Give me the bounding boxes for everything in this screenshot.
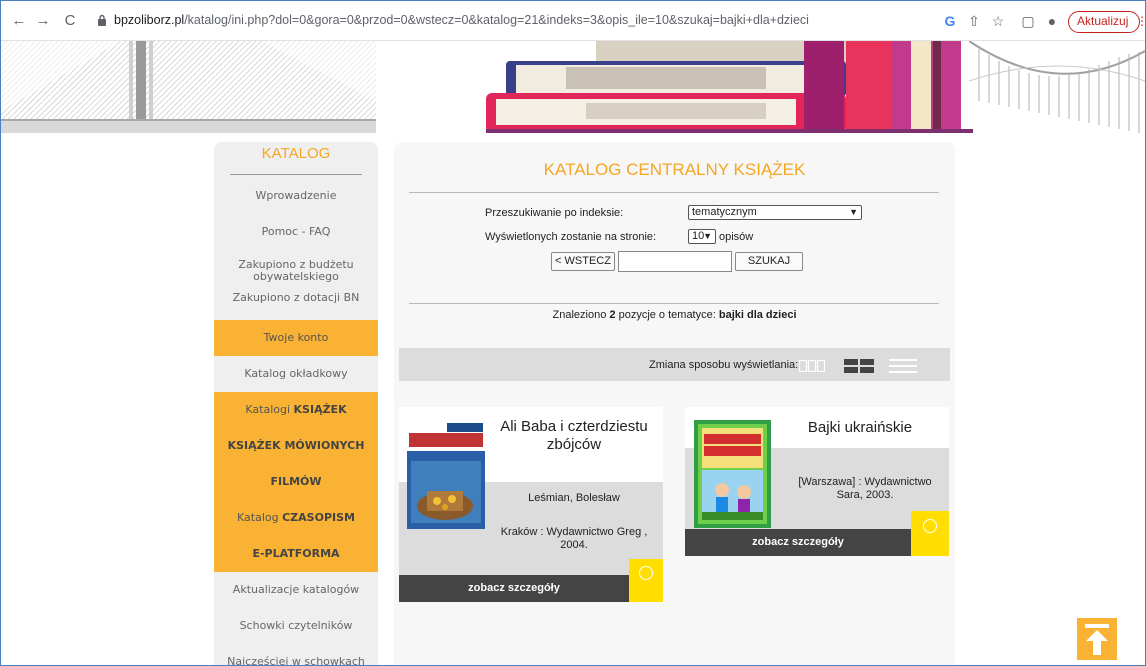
sidebar-item-schowki[interactable]: Schowki czytelników — [214, 608, 378, 644]
search-input[interactable] — [618, 251, 732, 272]
chevron-down-icon: ▼ — [849, 207, 858, 217]
results-divider — [409, 303, 939, 304]
smile-icon[interactable] — [629, 559, 663, 602]
sidebar-item-label: Katalog okładkowy — [244, 367, 348, 380]
profile-icon[interactable]: ● — [1043, 12, 1061, 30]
back-button[interactable]: < WSTECZ — [551, 252, 615, 271]
bridge-left-illustration — [1, 41, 376, 133]
sidebar-item-label: KSIĄŻEK MÓWIONYCH — [227, 439, 365, 452]
sidebar: KATALOG Wprowadzenie Pomoc - FAQ Zakupio… — [214, 142, 378, 666]
page-title: KATALOG CENTRALNY KSIĄŻEK — [543, 160, 806, 179]
sidebar-item-label: Schowki czytelników — [239, 619, 353, 632]
sidebar-item-e-platforma[interactable]: E-PLATFORMA — [214, 536, 378, 572]
sidebar-title: KATALOG — [261, 145, 331, 162]
sidebar-item-katalog-okladkowy[interactable]: Katalog okładkowy — [214, 356, 378, 392]
sidebar-item-wprowadzenie[interactable]: Wprowadzenie — [214, 178, 378, 214]
found-topic: bajki dla dzieci — [718, 309, 797, 321]
per-page-select[interactable]: 10 ▼ — [688, 229, 716, 244]
sidebar-item-faq[interactable]: Pomoc - FAQ — [214, 214, 378, 250]
index-label: Przeszukiwanie po indeksie: — [485, 207, 624, 219]
sidebar-item-katalogi-ksiazek[interactable]: Katalogi KSIĄŻEK — [214, 392, 378, 428]
sidebar-item-prefix: Katalog — [237, 511, 279, 524]
bridge-right-illustration — [969, 41, 1145, 133]
grid-four-icon[interactable] — [844, 359, 874, 373]
title-divider — [409, 192, 939, 193]
kebab-menu-icon[interactable]: ⋮ — [1136, 12, 1145, 31]
card-publisher: Kraków : Wydawnictwo Greg , 2004. — [500, 526, 648, 551]
sidebar-item-label: Zakupiono z budżetu obywatelskiego — [238, 258, 354, 283]
sidebar-item-katalog-czasopism[interactable]: Katalog CZASOPISM — [214, 500, 378, 536]
chevron-down-icon: ▼ — [703, 231, 712, 241]
view-mode-bar: Zmiana sposobu wyświetlania: — [399, 348, 950, 381]
url-host: bpzoliborz.pl — [114, 13, 185, 27]
list-icon[interactable] — [889, 359, 917, 373]
reload-icon[interactable]: C — [61, 12, 79, 30]
search-button[interactable]: SZUKAJ — [735, 252, 803, 271]
found-prefix: Znaleziono — [552, 309, 607, 321]
index-select-value: tematycznym — [692, 206, 757, 218]
book-cover-image[interactable] — [407, 421, 485, 529]
sidebar-item-prefix: Katalogi — [245, 403, 291, 416]
browser-toolbar: ← → C bpzoliborz.pl/katalog/ini.php?dol=… — [1, 1, 1145, 41]
back-arrow-icon[interactable]: ← — [10, 12, 28, 30]
smile-icon[interactable] — [911, 511, 949, 556]
found-middle: pozycje o tematyce: — [618, 309, 716, 321]
bookmark-star-icon[interactable]: ☆ — [989, 12, 1007, 30]
card-title[interactable]: Bajki ukraińskie — [785, 419, 935, 437]
url-path: /katalog/ini.php?dol=0&gora=0&przod=0&ws… — [184, 13, 809, 27]
sidebar-item-aktualizacje[interactable]: Aktualizacje katalogów — [214, 572, 378, 608]
sidebar-item-label: Pomoc - FAQ — [261, 225, 331, 238]
header-banner — [1, 41, 1145, 133]
sidebar-item-twoje-konto[interactable]: Twoje konto — [214, 320, 378, 356]
found-count: 2 — [609, 309, 616, 321]
arrow-up-icon[interactable] — [1077, 618, 1117, 660]
sidebar-item-label: Najczęściej w schowkach — [227, 655, 365, 666]
update-chrome-button[interactable]: Aktualizuj ⋮ — [1068, 11, 1145, 33]
forward-arrow-icon[interactable]: → — [34, 12, 52, 30]
lock-icon[interactable] — [97, 14, 107, 26]
side-panel-icon[interactable]: ▢ — [1019, 12, 1037, 30]
book-cover-image[interactable] — [694, 420, 771, 528]
details-button[interactable]: zobacz szczegóły — [399, 575, 629, 602]
sidebar-item-label: Aktualizacje katalogów — [232, 583, 360, 596]
books-illustration — [486, 41, 973, 133]
sidebar-item-label: Wprowadzenie — [255, 189, 337, 202]
sidebar-item-label: Zakupiono z dotacji BN — [232, 291, 360, 304]
sidebar-item-label: E-PLATFORMA — [252, 547, 340, 560]
grid-three-icon[interactable] — [799, 360, 825, 372]
address-bar[interactable]: bpzoliborz.pl/katalog/ini.php?dol=0&gora… — [114, 13, 809, 27]
google-lens-icon[interactable]: G — [941, 12, 959, 30]
details-button[interactable]: zobacz szczegóły — [685, 529, 911, 556]
sidebar-item-dotacja-bn[interactable]: Zakupiono z dotacji BN — [214, 292, 378, 320]
per-page-label: Wyświetlonych zostanie na stronie: — [485, 231, 657, 243]
sidebar-item-label: CZASOPISM — [282, 511, 355, 524]
per-page-suffix: opisów — [719, 231, 754, 243]
card-publisher: [Warszawa] : Wydawnictwo Sara, 2003. — [798, 476, 932, 501]
sidebar-item-najczesciej[interactable]: Najczęściej w schowkach — [214, 644, 378, 666]
browser-window: ← → C bpzoliborz.pl/katalog/ini.php?dol=… — [0, 0, 1146, 666]
sidebar-item-label: Twoje konto — [263, 331, 329, 344]
sidebar-item-budzet-obywatelski[interactable]: Zakupiono z budżetu obywatelskiego — [214, 250, 378, 292]
sidebar-item-label: KSIĄŻEK — [293, 403, 347, 416]
share-icon[interactable]: ⇧ — [965, 12, 983, 30]
index-select[interactable]: tematycznym ▼ — [688, 205, 862, 220]
card-author: Leśmian, Bolesław — [528, 492, 620, 504]
sidebar-item-filmow[interactable]: FILMÓW — [214, 464, 378, 500]
sidebar-item-label: FILMÓW — [270, 475, 322, 488]
result-card[interactable]: Bajki ukraińskie [Warszawa] : Wydawnictw… — [685, 407, 949, 556]
update-label: Aktualizuj — [1077, 14, 1129, 28]
sidebar-divider — [230, 174, 362, 175]
results-summary: Znaleziono 2 pozycje o tematyce: bajki d… — [394, 309, 955, 321]
result-card[interactable]: Ali Baba i czterdziestu zbójców Leśmian,… — [399, 407, 663, 602]
sidebar-item-ksiazek-mowionych[interactable]: KSIĄŻEK MÓWIONYCH — [214, 428, 378, 464]
view-mode-label: Zmiana sposobu wyświetlania: — [649, 359, 799, 371]
main-content: KATALOG CENTRALNY KSIĄŻEK Przeszukiwanie… — [394, 142, 955, 665]
card-title[interactable]: Ali Baba i czterdziestu zbójców — [499, 418, 649, 454]
